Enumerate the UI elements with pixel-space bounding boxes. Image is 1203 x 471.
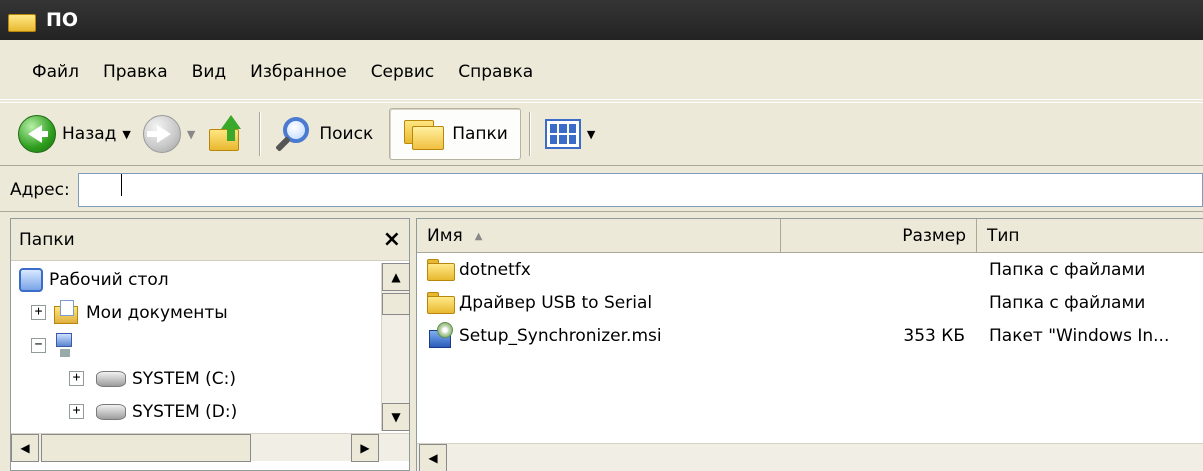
up-button[interactable] — [201, 108, 251, 160]
address-label: Адрес: — [10, 179, 70, 200]
list-item[interactable]: Setup_Synchronizer.msi 353 КБ Пакет "Win… — [417, 319, 1203, 352]
drive-icon — [96, 370, 126, 387]
tree-item-label: SYSTEM (D:) — [132, 401, 238, 422]
menu-bar: Файл Правка Вид Избранное Сервис Справка — [0, 44, 1203, 100]
column-name-label: Имя — [427, 226, 463, 246]
scroll-thumb[interactable] — [41, 434, 251, 462]
scroll-thumb[interactable] — [382, 293, 410, 315]
scroll-down-icon[interactable]: ▼ — [382, 403, 410, 431]
file-list: Имя ▲ Размер Тип dotnetfx Папка с файлам… — [416, 218, 1203, 471]
folders-vertical-scrollbar[interactable]: ▲ ▼ — [381, 263, 410, 431]
tree-item-label: SYSTEM (C:) — [132, 368, 237, 389]
tree-item-drive-d[interactable]: + SYSTEM (D:) — [11, 395, 379, 428]
text-caret — [120, 173, 122, 196]
back-button[interactable]: Назад ▼ — [12, 108, 137, 160]
file-type: Папка с файлами — [989, 292, 1146, 313]
list-item[interactable]: Драйвер USB to Serial Папка с файлами — [417, 286, 1203, 319]
file-list-horizontal-scrollbar[interactable]: ◀ — [417, 443, 1203, 471]
address-input[interactable] — [77, 172, 1203, 207]
folders-label: Папки — [452, 124, 508, 144]
title-bar: ПО — [0, 0, 1203, 40]
folder-tree: Рабочий стол + Мои документы − + SYSTEM … — [11, 263, 379, 431]
forward-dropdown-icon[interactable]: ▼ — [187, 128, 195, 141]
scroll-up-icon[interactable]: ▲ — [382, 263, 410, 291]
folder-icon — [427, 291, 455, 314]
column-header-name[interactable]: Имя ▲ — [417, 219, 781, 253]
address-bar: Адрес: — [0, 168, 1203, 212]
file-name: Драйвер USB to Serial — [459, 292, 653, 313]
menu-file[interactable]: Файл — [20, 62, 91, 82]
tree-item-my-documents[interactable]: + Мои документы — [11, 296, 379, 329]
toolbar: Назад ▼ ▼ Поиск Папки ▼ — [0, 102, 1203, 166]
tree-item-label: Мои документы — [86, 302, 228, 323]
window-title: ПО — [46, 9, 79, 31]
search-icon — [275, 115, 313, 153]
computer-icon — [54, 332, 76, 359]
expand-icon[interactable]: + — [31, 305, 46, 320]
column-size-label: Размер — [902, 226, 966, 246]
installer-package-icon — [427, 321, 455, 350]
collapse-icon[interactable]: − — [31, 338, 46, 353]
folders-button[interactable]: Папки — [389, 108, 521, 160]
views-dropdown-icon[interactable]: ▼ — [587, 128, 595, 141]
folders-horizontal-scrollbar[interactable]: ◀ ▶ — [11, 433, 409, 462]
expand-icon[interactable]: + — [69, 404, 84, 419]
scroll-right-icon[interactable]: ▶ — [351, 434, 379, 462]
sort-ascending-icon: ▲ — [474, 230, 483, 242]
menu-edit[interactable]: Правка — [91, 62, 180, 82]
folders-pane-header: Папки × — [11, 219, 409, 261]
close-icon[interactable]: × — [383, 227, 401, 252]
search-label: Поиск — [319, 124, 374, 144]
column-header-size[interactable]: Размер — [781, 219, 977, 253]
my-documents-icon — [54, 299, 80, 326]
list-item[interactable]: dotnetfx Папка с файлами — [417, 253, 1203, 286]
tree-item-desktop[interactable]: Рабочий стол — [11, 263, 379, 296]
folders-icon — [402, 116, 446, 152]
tree-item-label: Рабочий стол — [49, 269, 169, 290]
file-type: Пакет "Windows In... — [989, 325, 1170, 346]
back-label: Назад — [62, 124, 117, 144]
column-headers: Имя ▲ Размер Тип — [417, 219, 1203, 253]
folders-pane: Папки × Рабочий стол + Мои документы − +… — [10, 218, 410, 471]
tree-item-computer[interactable]: − — [11, 329, 379, 362]
folder-icon — [427, 258, 455, 281]
toolbar-separator — [259, 112, 262, 156]
folders-pane-title: Папки — [19, 229, 75, 250]
scroll-left-icon[interactable]: ◀ — [419, 444, 447, 471]
menu-help[interactable]: Справка — [446, 62, 545, 82]
forward-arrow-icon — [142, 115, 181, 153]
file-type: Папка с файлами — [989, 259, 1146, 280]
back-dropdown-icon[interactable]: ▼ — [122, 128, 130, 141]
search-button[interactable]: Поиск — [269, 108, 379, 160]
menu-tools[interactable]: Сервис — [359, 62, 447, 82]
forward-button[interactable]: ▼ — [137, 108, 201, 160]
views-icon — [544, 119, 581, 149]
file-size: 353 КБ — [903, 325, 965, 346]
views-button[interactable]: ▼ — [539, 108, 601, 160]
file-name: Setup_Synchronizer.msi — [459, 325, 662, 346]
menu-view[interactable]: Вид — [180, 62, 238, 82]
scroll-left-icon[interactable]: ◀ — [11, 434, 39, 462]
expand-icon[interactable]: + — [69, 371, 84, 386]
menu-favorites[interactable]: Избранное — [238, 62, 359, 82]
tree-item-drive-c[interactable]: + SYSTEM (C:) — [11, 362, 379, 395]
desktop-icon — [19, 267, 43, 292]
file-name: dotnetfx — [459, 259, 531, 280]
folder-up-icon — [207, 115, 245, 153]
folder-icon — [8, 8, 40, 32]
drive-icon — [96, 403, 126, 420]
toolbar-separator — [528, 112, 531, 156]
column-header-type[interactable]: Тип — [977, 219, 1203, 253]
column-type-label: Тип — [987, 226, 1020, 246]
back-arrow-icon — [18, 115, 56, 153]
